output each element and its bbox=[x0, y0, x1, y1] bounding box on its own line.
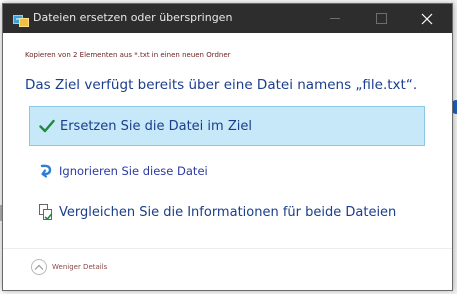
replace-file-label: Ersetzen Sie die Datei im Ziel bbox=[60, 118, 252, 134]
skip-arrow-icon bbox=[37, 162, 55, 180]
minimize-button[interactable] bbox=[312, 4, 358, 33]
compare-files-icon bbox=[37, 203, 55, 221]
maximize-button[interactable] bbox=[358, 4, 404, 33]
window-title: Dateien ersetzen oder überspringen bbox=[33, 11, 233, 24]
close-button[interactable] bbox=[404, 4, 450, 33]
footer-divider bbox=[3, 248, 452, 249]
fewer-details-button[interactable]: Weniger Details bbox=[31, 258, 107, 276]
skip-file-label: Ignorieren Sie diese Datei bbox=[59, 164, 208, 178]
title-bar[interactable]: Dateien ersetzen oder überspringen bbox=[3, 4, 452, 33]
compare-files-label: Vergleichen Sie die Informationen für be… bbox=[59, 204, 397, 220]
conflict-heading: Das Ziel verfügt bereits über eine Datei… bbox=[25, 77, 418, 93]
checkmark-icon bbox=[38, 117, 56, 135]
fewer-details-label: Weniger Details bbox=[52, 263, 108, 271]
minimize-icon bbox=[330, 18, 340, 19]
file-transfer-icon bbox=[13, 12, 29, 27]
operation-subtitle: Kopieren von 2 Elementen aus *.txt in ei… bbox=[25, 51, 231, 59]
dialog-footer: Weniger Details bbox=[3, 248, 452, 290]
compare-files-option[interactable]: Vergleichen Sie die Informationen für be… bbox=[29, 192, 425, 232]
chevron-up-icon bbox=[31, 259, 47, 275]
skip-file-option[interactable]: Ignorieren Sie diese Datei bbox=[29, 151, 425, 191]
dialog-content: Kopieren von 2 Elementen aus *.txt in ei… bbox=[3, 33, 452, 290]
replace-or-skip-dialog: Dateien ersetzen oder überspringen Kopie… bbox=[2, 3, 453, 291]
replace-file-option[interactable]: Ersetzen Sie die Datei im Ziel bbox=[29, 106, 425, 146]
close-icon bbox=[421, 13, 433, 24]
maximize-icon bbox=[375, 13, 387, 24]
